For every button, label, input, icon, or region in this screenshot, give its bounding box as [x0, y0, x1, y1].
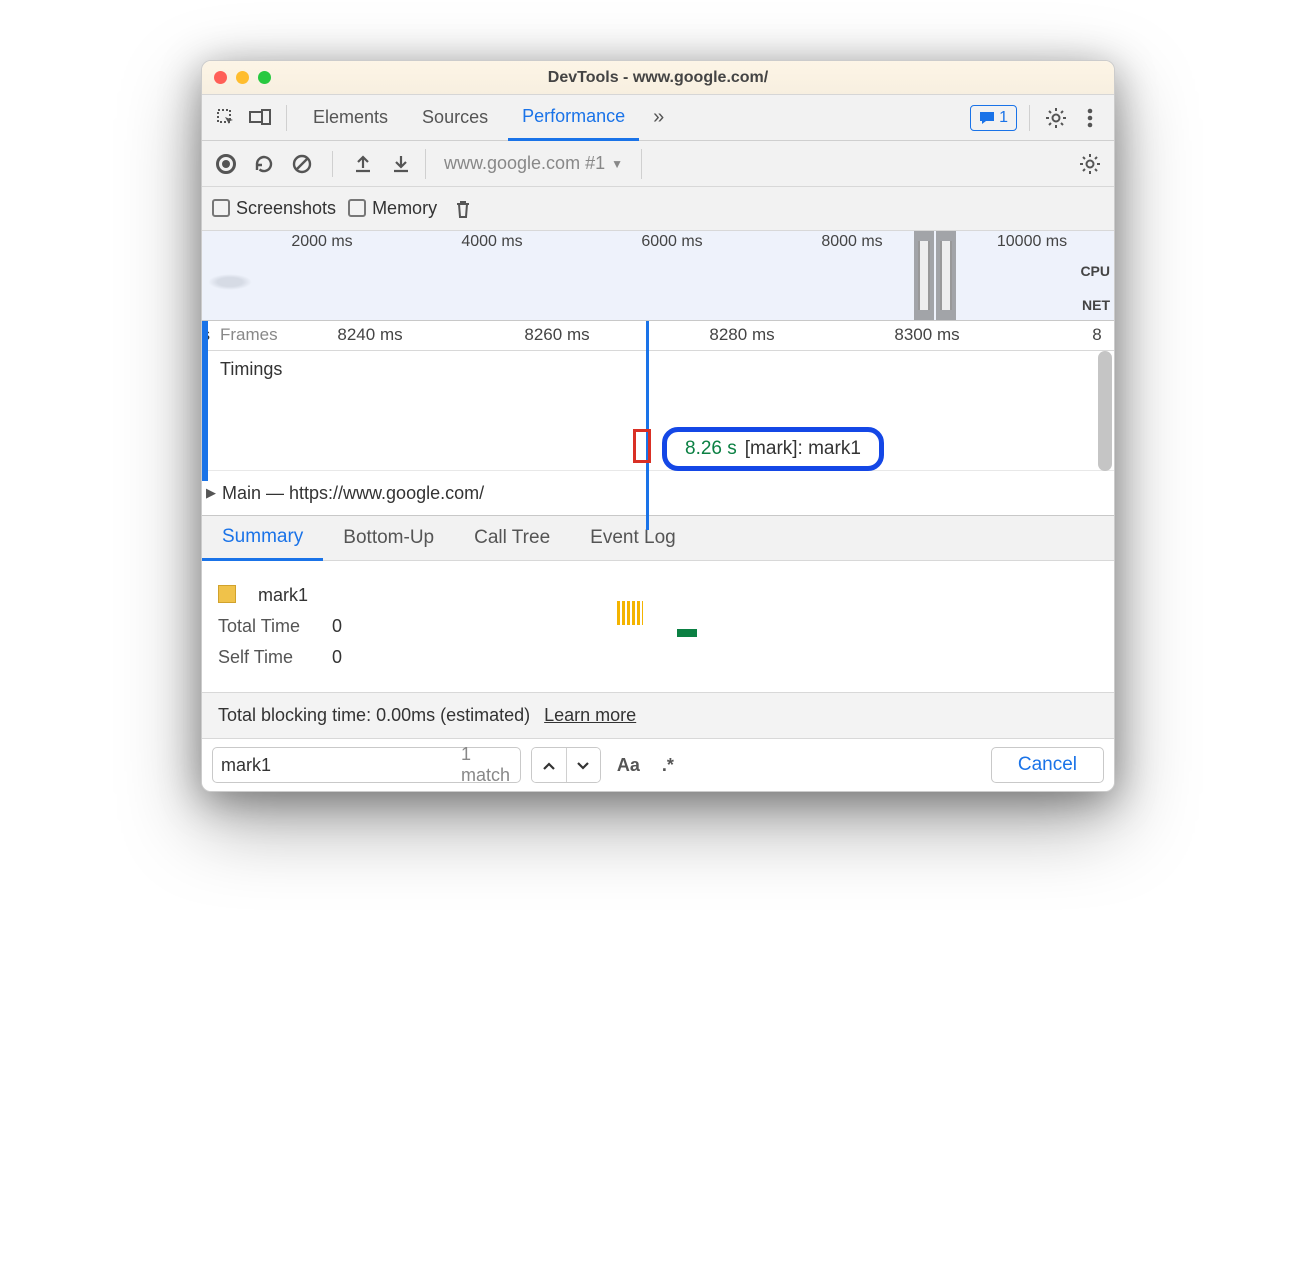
record-icon[interactable]	[212, 150, 240, 178]
device-toolbar-icon[interactable]	[246, 104, 274, 132]
capture-options: Screenshots Memory	[202, 187, 1114, 231]
timings-track[interactable]: Timings	[202, 351, 1114, 471]
performance-toolbar: www.google.com #1 ▼	[202, 141, 1114, 187]
net-label: NET	[1082, 297, 1110, 313]
total-blocking-time: Total blocking time: 0.00ms (estimated) …	[202, 692, 1114, 738]
kebab-menu-icon[interactable]	[1076, 104, 1104, 132]
search-prev-button[interactable]	[532, 748, 566, 782]
garbage-collect-icon[interactable]	[449, 195, 477, 223]
tab-performance[interactable]: Performance	[508, 95, 639, 141]
cancel-button[interactable]: Cancel	[991, 747, 1104, 783]
scrollbar-thumb[interactable]	[1098, 351, 1112, 471]
screenshots-checkbox[interactable]: Screenshots	[212, 198, 336, 219]
tooltip-text: [mark]: mark1	[745, 438, 861, 460]
summary-panel: mark1 Total Time 0 Self Time 0	[202, 561, 1114, 692]
highlighted-event[interactable]	[633, 429, 651, 463]
search-match-count: 1 match	[461, 744, 512, 786]
flame-chart[interactable]: ns Frames 8240 ms 8260 ms 8280 ms 8300 m…	[202, 321, 1114, 515]
event-name: mark1	[258, 585, 308, 606]
tab-bottom-up[interactable]: Bottom-Up	[323, 516, 454, 560]
tab-elements[interactable]: Elements	[299, 95, 402, 141]
total-time-value: 0	[332, 616, 342, 637]
expand-triangle-icon[interactable]: ▶	[206, 485, 216, 501]
reload-icon[interactable]	[250, 150, 278, 178]
selection-bar	[201, 321, 208, 481]
search-nav	[531, 747, 601, 783]
timings-label: Timings	[220, 359, 282, 380]
upload-icon[interactable]	[349, 150, 377, 178]
clear-icon[interactable]	[288, 150, 316, 178]
total-time-label: Total Time	[218, 616, 318, 637]
search-next-button[interactable]	[566, 748, 600, 782]
tab-call-tree[interactable]: Call Tree	[454, 516, 570, 560]
search-bar: 1 match Aa .* Cancel	[202, 738, 1114, 791]
console-messages-badge[interactable]: 1	[970, 105, 1017, 131]
titlebar: DevTools - www.google.com/	[202, 61, 1114, 95]
learn-more-link[interactable]: Learn more	[544, 705, 636, 726]
divider	[332, 151, 333, 177]
event-color-swatch	[218, 585, 236, 603]
mark-indicator	[677, 629, 697, 637]
recording-selector[interactable]: www.google.com #1 ▼	[425, 149, 642, 179]
devtools-window: DevTools - www.google.com/ Elements Sour…	[201, 60, 1115, 792]
overview-ticks: 2000 ms 4000 ms 6000 ms 8000 ms 10000 ms	[202, 231, 1114, 253]
main-thread-row[interactable]: ▶ Main — https://www.google.com/	[202, 471, 1114, 515]
event-tooltip: 8.26 s [mark]: mark1	[662, 427, 884, 471]
search-input[interactable]	[221, 755, 453, 776]
details-tabs: Summary Bottom-Up Call Tree Event Log	[202, 515, 1114, 561]
tab-event-log[interactable]: Event Log	[570, 516, 696, 560]
detail-ruler: ns Frames 8240 ms 8260 ms 8280 ms 8300 m…	[202, 321, 1114, 351]
search-input-wrap: 1 match	[212, 747, 521, 783]
tbt-text: Total blocking time: 0.00ms (estimated)	[218, 705, 530, 726]
dropdown-triangle-icon: ▼	[611, 157, 623, 171]
divider	[286, 105, 287, 131]
overview-range-left-handle[interactable]	[914, 231, 934, 320]
regex-toggle[interactable]: .*	[656, 755, 680, 776]
recording-label: www.google.com #1	[444, 153, 605, 174]
capture-settings-gear-icon[interactable]	[1076, 150, 1104, 178]
cpu-label: CPU	[1080, 263, 1110, 279]
cpu-activity	[208, 274, 252, 290]
timeline-overview[interactable]: 2000 ms 4000 ms 6000 ms 8000 ms 10000 ms…	[202, 231, 1114, 321]
inspect-element-icon[interactable]	[212, 104, 240, 132]
window-title: DevTools - www.google.com/	[202, 69, 1114, 87]
frames-label: Frames	[220, 325, 278, 345]
more-tabs-icon[interactable]: »	[653, 106, 664, 129]
messages-count: 1	[999, 109, 1008, 127]
self-time-label: Self Time	[218, 647, 318, 668]
memory-checkbox[interactable]: Memory	[348, 198, 437, 219]
match-case-toggle[interactable]: Aa	[611, 755, 646, 776]
divider	[1029, 105, 1030, 131]
self-time-value: 0	[332, 647, 342, 668]
main-thread-label: Main — https://www.google.com/	[222, 483, 484, 504]
tooltip-time: 8.26 s	[685, 438, 737, 460]
tab-summary[interactable]: Summary	[202, 516, 323, 561]
download-icon[interactable]	[387, 150, 415, 178]
settings-gear-icon[interactable]	[1042, 104, 1070, 132]
tab-sources[interactable]: Sources	[408, 95, 502, 141]
task-stripes	[617, 601, 643, 625]
overview-range-right-handle[interactable]	[936, 231, 956, 320]
main-tab-strip: Elements Sources Performance » 1	[202, 95, 1114, 141]
